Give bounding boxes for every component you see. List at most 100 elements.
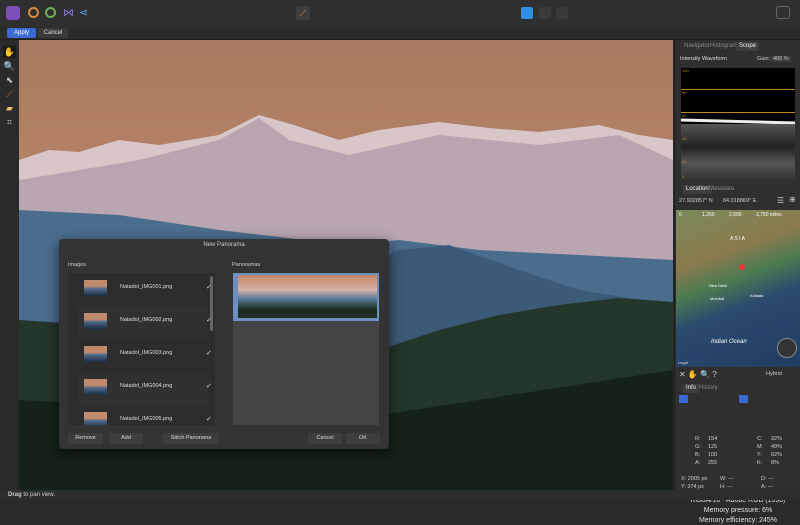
- legal-link[interactable]: Legal: [678, 360, 688, 365]
- status-text: to pan view.: [21, 492, 56, 498]
- waveform-label: 100: [682, 68, 689, 73]
- list-icon[interactable]: ☰: [777, 196, 784, 205]
- map-type-select[interactable]: Hybrid: [766, 371, 782, 377]
- width-value: W: ---: [720, 476, 734, 482]
- image-list-item[interactable]: Natadol_IMG005.png ✓: [78, 405, 212, 425]
- ok-button[interactable]: OK: [346, 433, 380, 444]
- hand-tool-icon[interactable]: ✋: [3, 46, 16, 58]
- rgb-value: 100: [708, 452, 718, 458]
- image-list-item[interactable]: Natadol_IMG004.png ✓: [78, 372, 212, 405]
- include-checkbox[interactable]: ✓: [206, 382, 212, 390]
- liquify-persona-icon[interactable]: [28, 7, 39, 18]
- rgb-label: G:: [695, 444, 701, 450]
- tab-location[interactable]: Location: [683, 185, 712, 194]
- compass-icon[interactable]: [777, 338, 797, 358]
- scale-label: 0: [679, 212, 682, 218]
- cmyk-value: 62%: [771, 452, 783, 458]
- selection-tool-icon[interactable]: ⬉: [3, 74, 16, 86]
- remove-button[interactable]: Remove: [68, 433, 103, 444]
- tab-metadata[interactable]: Metadata: [709, 185, 734, 194]
- waveform-label: 0: [682, 174, 685, 179]
- image-list-item[interactable]: Natadol_IMG002.png ✓: [78, 306, 212, 339]
- develop-persona-icon[interactable]: [45, 7, 56, 18]
- view-mode-icon[interactable]: [521, 7, 533, 19]
- include-checkbox[interactable]: ✓: [206, 349, 212, 357]
- pointer-sample-icon[interactable]: [739, 395, 748, 403]
- cmyk-value: 8%: [771, 460, 779, 466]
- dialog-cancel-button[interactable]: Cancel: [308, 433, 342, 444]
- scale-label: 1,250: [702, 212, 715, 218]
- map-view[interactable]: 0 1,250 2,500 3,750 miles A S I A New De…: [676, 210, 800, 367]
- cmyk-value: 32%: [771, 436, 783, 442]
- panorama-item[interactable]: [233, 273, 379, 321]
- cmyk-label: K:: [757, 460, 763, 466]
- crop-tool-icon[interactable]: ⌗: [3, 116, 16, 128]
- memory-pressure: Memory pressure: 6%: [703, 507, 773, 514]
- tone-mapping-persona-icon[interactable]: ⋈: [63, 6, 77, 20]
- map-label: Mumbai: [710, 296, 725, 301]
- image-thumbnail: [84, 280, 107, 296]
- image-list-item[interactable]: Natadol_IMG003.png ✓: [78, 339, 212, 372]
- images-label: Images: [68, 262, 87, 268]
- affinity-photo-logo-icon[interactable]: [6, 6, 20, 20]
- status-bar: Drag to pan view.: [0, 490, 800, 500]
- brush-tool-icon[interactable]: ⟋: [3, 88, 16, 100]
- eraser-tool-icon[interactable]: ▰: [3, 102, 16, 114]
- waveform-scope: 100 80 60 40 20 0: [680, 68, 796, 180]
- tab-scope[interactable]: Scope: [736, 42, 760, 51]
- apply-button[interactable]: Apply: [7, 28, 36, 38]
- panoramas-list: [233, 273, 379, 425]
- scope-mode-select[interactable]: Intensity Waveform: [680, 56, 727, 62]
- pointer-sample-icon[interactable]: [679, 395, 688, 403]
- panorama-thumbnail: [238, 275, 377, 318]
- tool-icons[interactable]: ✕ ✋ 🔍 ?: [679, 370, 717, 379]
- map-label: New Delhi: [709, 283, 728, 288]
- image-list-item[interactable]: Natadol_IMG001.png ✓: [78, 273, 212, 306]
- include-checkbox[interactable]: ✓: [206, 415, 212, 423]
- rgb-label: B:: [695, 452, 701, 458]
- map-label: Indian Ocean: [711, 339, 747, 345]
- location-pin-icon[interactable]: [739, 264, 745, 270]
- dialog-title: New Panorama: [203, 242, 245, 248]
- rgb-value: 154: [708, 436, 718, 442]
- tools-panel: ✋ 🔍 ⬉ ⟋ ▰ ⌗: [0, 40, 19, 490]
- images-list: Natadol_IMG001.png ✓ Natadol_IMG002.png ✓ …: [68, 273, 215, 425]
- cmyk-label: M:: [757, 444, 764, 450]
- add-button[interactable]: Add: [109, 433, 143, 444]
- studio-panel: Navigator Histogram Scope Intensity Wave…: [674, 40, 800, 524]
- tab-navigator[interactable]: Navigator: [684, 42, 710, 51]
- latitude: 27.902857° N: [679, 198, 713, 204]
- waveform-label: 60: [682, 113, 687, 118]
- image-thumbnail: [84, 313, 107, 329]
- status-bold: Drag: [8, 492, 22, 498]
- cmyk-label: C:: [757, 436, 763, 442]
- image-filename: Natadol_IMG001.png: [120, 284, 173, 290]
- mirror-view-icon[interactable]: [556, 7, 568, 19]
- cancel-button[interactable]: Cancel: [38, 28, 68, 38]
- tab-history[interactable]: History: [699, 384, 718, 393]
- scale-label: 3,750 miles: [756, 212, 782, 218]
- panoramas-label: Panoramas: [232, 262, 261, 268]
- image-thumbnail: [84, 379, 107, 395]
- map-label: Kolkata: [750, 293, 764, 298]
- split-view-icon[interactable]: [539, 7, 551, 19]
- pos-x: X: 2005 px: [681, 476, 708, 482]
- list-scrollbar[interactable]: [210, 276, 213, 331]
- user-account-icon[interactable]: [776, 6, 790, 19]
- tab-histogram[interactable]: Histogram: [710, 42, 737, 51]
- memory-efficiency: Memory efficiency: 245%: [698, 517, 778, 524]
- image-filename: Natadol_IMG004.png: [120, 383, 173, 389]
- rgb-label: A:: [695, 460, 701, 466]
- locate-icon[interactable]: ⊕: [789, 195, 796, 204]
- gain-select[interactable]: 400 %: [771, 56, 791, 62]
- rgb-value: 255: [708, 460, 718, 466]
- export-persona-icon[interactable]: ⋖: [79, 6, 93, 20]
- map-label: A S I A: [730, 236, 746, 242]
- tab-info[interactable]: Info: [683, 384, 700, 393]
- image-filename: Natadol_IMG005.png: [120, 416, 173, 422]
- image-filename: Natadol_IMG002.png: [120, 317, 173, 323]
- cmyk-label: Y:: [757, 452, 762, 458]
- zoom-tool-icon[interactable]: 🔍: [3, 60, 16, 72]
- stitch-panorama-button[interactable]: Stitch Panorama: [163, 433, 219, 444]
- color-picker-icon[interactable]: ⟋: [296, 6, 310, 20]
